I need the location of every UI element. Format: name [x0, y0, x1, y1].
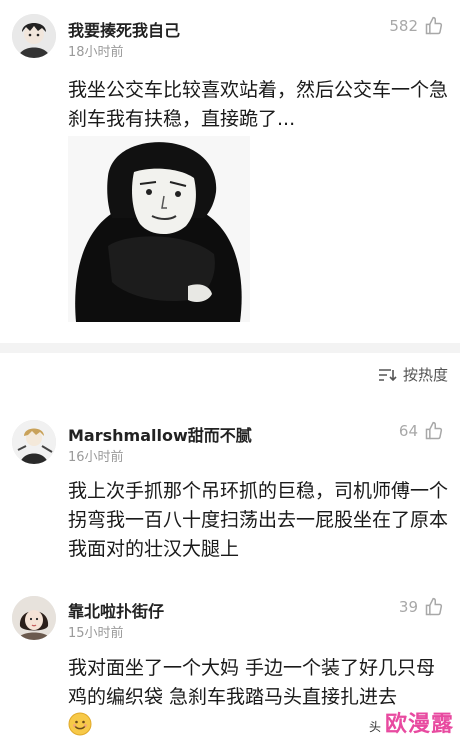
- smile-emoji-icon: [68, 712, 92, 736]
- avatar[interactable]: [12, 420, 56, 464]
- like-button[interactable]: 39: [399, 597, 444, 617]
- watermark: 头 欧漫露: [369, 706, 454, 738]
- thumbs-up-icon: [425, 597, 443, 616]
- comment-text: 我对面坐了一个大妈 手边一个装了好几只母鸡的编织袋 急刹车我踏马头直接扎进去: [68, 657, 436, 708]
- avatar[interactable]: [12, 596, 56, 640]
- username[interactable]: 我要揍死我自己: [68, 17, 180, 41]
- comment-text: 我上次手抓那个吊环抓的巨稳，司机师傅一个拐弯我一百八十度扫荡出去一屁股坐在了原本…: [68, 480, 449, 560]
- timestamp: 18小时前: [68, 45, 124, 60]
- timestamp: 16小时前: [68, 450, 124, 465]
- like-count: 64: [398, 422, 418, 440]
- section-divider: [0, 343, 460, 353]
- thumbs-up-icon: [425, 16, 443, 35]
- meme-image[interactable]: [68, 136, 250, 322]
- username[interactable]: 靠北啦扑街仔: [68, 598, 164, 622]
- thumbs-up-icon: [425, 421, 443, 440]
- timestamp: 15小时前: [68, 626, 124, 641]
- avatar[interactable]: [12, 14, 56, 58]
- like-count: 39: [398, 598, 418, 616]
- like-button[interactable]: 64: [399, 421, 444, 441]
- watermark-logo: 欧漫露: [384, 712, 454, 737]
- sort-button[interactable]: 按热度: [377, 364, 448, 385]
- comment-text: 我坐公交车比较喜欢站着，然后公交车一个急刹车我有扶稳，直接跪了...: [68, 79, 449, 130]
- sort-label: 按热度: [402, 366, 448, 384]
- like-count: 582: [389, 17, 418, 35]
- like-button[interactable]: 582: [389, 16, 444, 36]
- username[interactable]: Marshmallow甜而不腻: [68, 422, 252, 446]
- watermark-prefix: 头: [368, 720, 381, 734]
- sort-icon: [378, 368, 397, 381]
